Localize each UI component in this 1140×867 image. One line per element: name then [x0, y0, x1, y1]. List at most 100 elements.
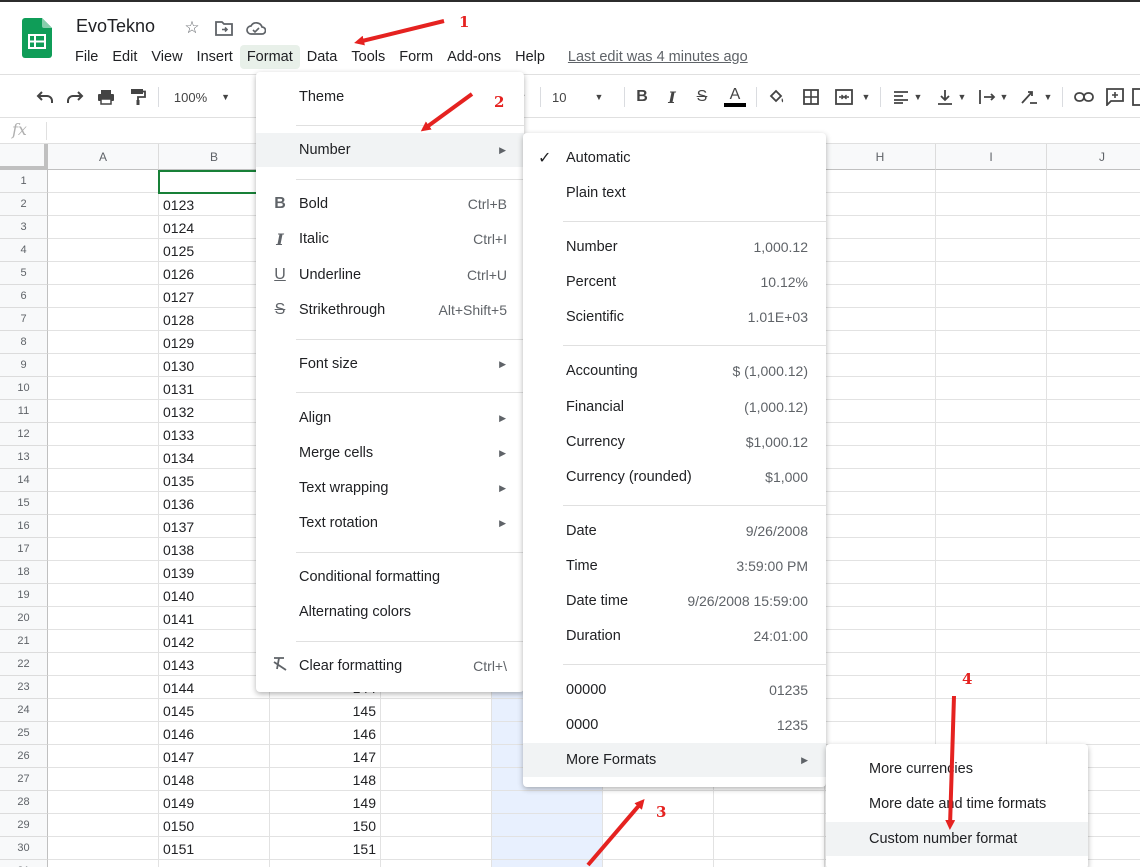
cell-a26[interactable] [48, 745, 159, 768]
cell-b19[interactable]: 0140 [159, 584, 270, 607]
cell-a27[interactable] [48, 768, 159, 791]
format-menu-item-clear-formatting[interactable]: Clear formatting Ctrl+\ [256, 649, 524, 683]
column-header-j[interactable]: J [1047, 144, 1140, 170]
document-title[interactable]: EvoTekno [76, 16, 155, 37]
text-rotation-icon[interactable] [1018, 85, 1040, 109]
format-menu-item-merge-cells[interactable]: Merge cells ▶ [256, 436, 524, 470]
cell-a10[interactable] [48, 377, 159, 400]
cell-a12[interactable] [48, 423, 159, 446]
column-header-b[interactable]: B [159, 144, 270, 170]
format-menu-item-number[interactable]: Number ▶ [256, 133, 524, 167]
cell-h10[interactable] [825, 377, 936, 400]
cell-j25[interactable] [1047, 722, 1140, 745]
cell-b20[interactable]: 0141 [159, 607, 270, 630]
cell-a25[interactable] [48, 722, 159, 745]
cell-f30[interactable] [603, 837, 714, 860]
cell-i19[interactable] [936, 584, 1047, 607]
italic-icon[interactable]: I [662, 85, 682, 109]
cell-h25[interactable] [825, 722, 936, 745]
cell-b12[interactable]: 0133 [159, 423, 270, 446]
row-header[interactable]: 26 [0, 745, 48, 768]
cell-c24[interactable]: 145 [270, 699, 381, 722]
row-header[interactable]: 21 [0, 630, 48, 653]
cell-b6[interactable]: 0127 [159, 285, 270, 308]
format-menu-item-strikethrough[interactable]: S Strikethrough Alt+Shift+5 [256, 293, 524, 327]
number-format-plain-text[interactable]: Plain text [523, 176, 826, 210]
cell-c27[interactable]: 148 [270, 768, 381, 791]
cell-b11[interactable]: 0132 [159, 400, 270, 423]
row-header[interactable]: 4 [0, 239, 48, 262]
cell-i23[interactable] [936, 676, 1047, 699]
row-header[interactable]: 6 [0, 285, 48, 308]
cell-g29[interactable] [714, 814, 825, 837]
menu-addons[interactable]: Add-ons [440, 45, 508, 69]
cell-h8[interactable] [825, 331, 936, 354]
cell-b4[interactable]: 0125 [159, 239, 270, 262]
column-header-h[interactable]: H [825, 144, 936, 170]
number-format-currency[interactable]: Currency $1,000.12 [523, 425, 826, 459]
number-format-percent[interactable]: Percent 10.12% [523, 265, 826, 299]
cell-g31[interactable] [714, 860, 825, 867]
cell-i24[interactable] [936, 699, 1047, 722]
cell-b7[interactable]: 0128 [159, 308, 270, 331]
cell-a29[interactable] [48, 814, 159, 837]
cell-c30[interactable]: 151 [270, 837, 381, 860]
format-menu-item-text-wrapping[interactable]: Text wrapping ▶ [256, 471, 524, 505]
cell-a5[interactable] [48, 262, 159, 285]
number-format-number[interactable]: Number 1,000.12 [523, 230, 826, 264]
number-format-scientific[interactable]: Scientific 1.01E+03 [523, 300, 826, 334]
cell-i7[interactable] [936, 308, 1047, 331]
cell-b31[interactable] [159, 860, 270, 867]
menu-view[interactable]: View [144, 45, 189, 69]
cell-b30[interactable]: 0151 [159, 837, 270, 860]
cell-h7[interactable] [825, 308, 936, 331]
cell-b17[interactable]: 0138 [159, 538, 270, 561]
menu-insert[interactable]: Insert [190, 45, 240, 69]
cell-h19[interactable] [825, 584, 936, 607]
row-header[interactable]: 20 [0, 607, 48, 630]
number-format-time[interactable]: Time 3:59:00 PM [523, 549, 826, 583]
row-header[interactable]: 15 [0, 492, 48, 515]
cell-a17[interactable] [48, 538, 159, 561]
cell-h1[interactable] [825, 170, 936, 193]
cell-i18[interactable] [936, 561, 1047, 584]
cell-h18[interactable] [825, 561, 936, 584]
cell-e29[interactable] [492, 814, 603, 837]
format-menu-item-italic[interactable]: I Italic Ctrl+I [256, 222, 524, 256]
row-header[interactable]: 9 [0, 354, 48, 377]
cell-j17[interactable] [1047, 538, 1140, 561]
cloud-status-icon[interactable] [246, 18, 266, 38]
align-left-icon[interactable] [890, 85, 912, 109]
cell-a28[interactable] [48, 791, 159, 814]
column-header-i[interactable]: I [936, 144, 1047, 170]
bold-icon[interactable]: B [632, 85, 652, 109]
cell-a16[interactable] [48, 515, 159, 538]
format-menu-item-conditional-formatting[interactable]: Conditional formatting [256, 560, 524, 594]
move-folder-icon[interactable] [214, 18, 234, 38]
cell-j6[interactable] [1047, 285, 1140, 308]
cell-a3[interactable] [48, 216, 159, 239]
cell-b16[interactable]: 0137 [159, 515, 270, 538]
cell-j16[interactable] [1047, 515, 1140, 538]
last-edit-link[interactable]: Last edit was 4 minutes ago [568, 49, 748, 65]
row-header[interactable]: 27 [0, 768, 48, 791]
cell-h6[interactable] [825, 285, 936, 308]
cell-i22[interactable] [936, 653, 1047, 676]
star-icon[interactable]: ☆ [182, 18, 202, 38]
cell-a21[interactable] [48, 630, 159, 653]
cell-b2[interactable]: 0123 [159, 193, 270, 216]
cell-i5[interactable] [936, 262, 1047, 285]
print-icon[interactable] [95, 85, 117, 109]
cell-h16[interactable] [825, 515, 936, 538]
cell-h22[interactable] [825, 653, 936, 676]
cell-a19[interactable] [48, 584, 159, 607]
cell-j8[interactable] [1047, 331, 1140, 354]
cell-b3[interactable]: 0124 [159, 216, 270, 239]
cell-d28[interactable] [381, 791, 492, 814]
cell-i10[interactable] [936, 377, 1047, 400]
cell-b21[interactable]: 0142 [159, 630, 270, 653]
cell-i25[interactable] [936, 722, 1047, 745]
cell-d31[interactable] [381, 860, 492, 867]
format-menu-item-text-rotation[interactable]: Text rotation ▶ [256, 506, 524, 540]
row-header[interactable]: 3 [0, 216, 48, 239]
